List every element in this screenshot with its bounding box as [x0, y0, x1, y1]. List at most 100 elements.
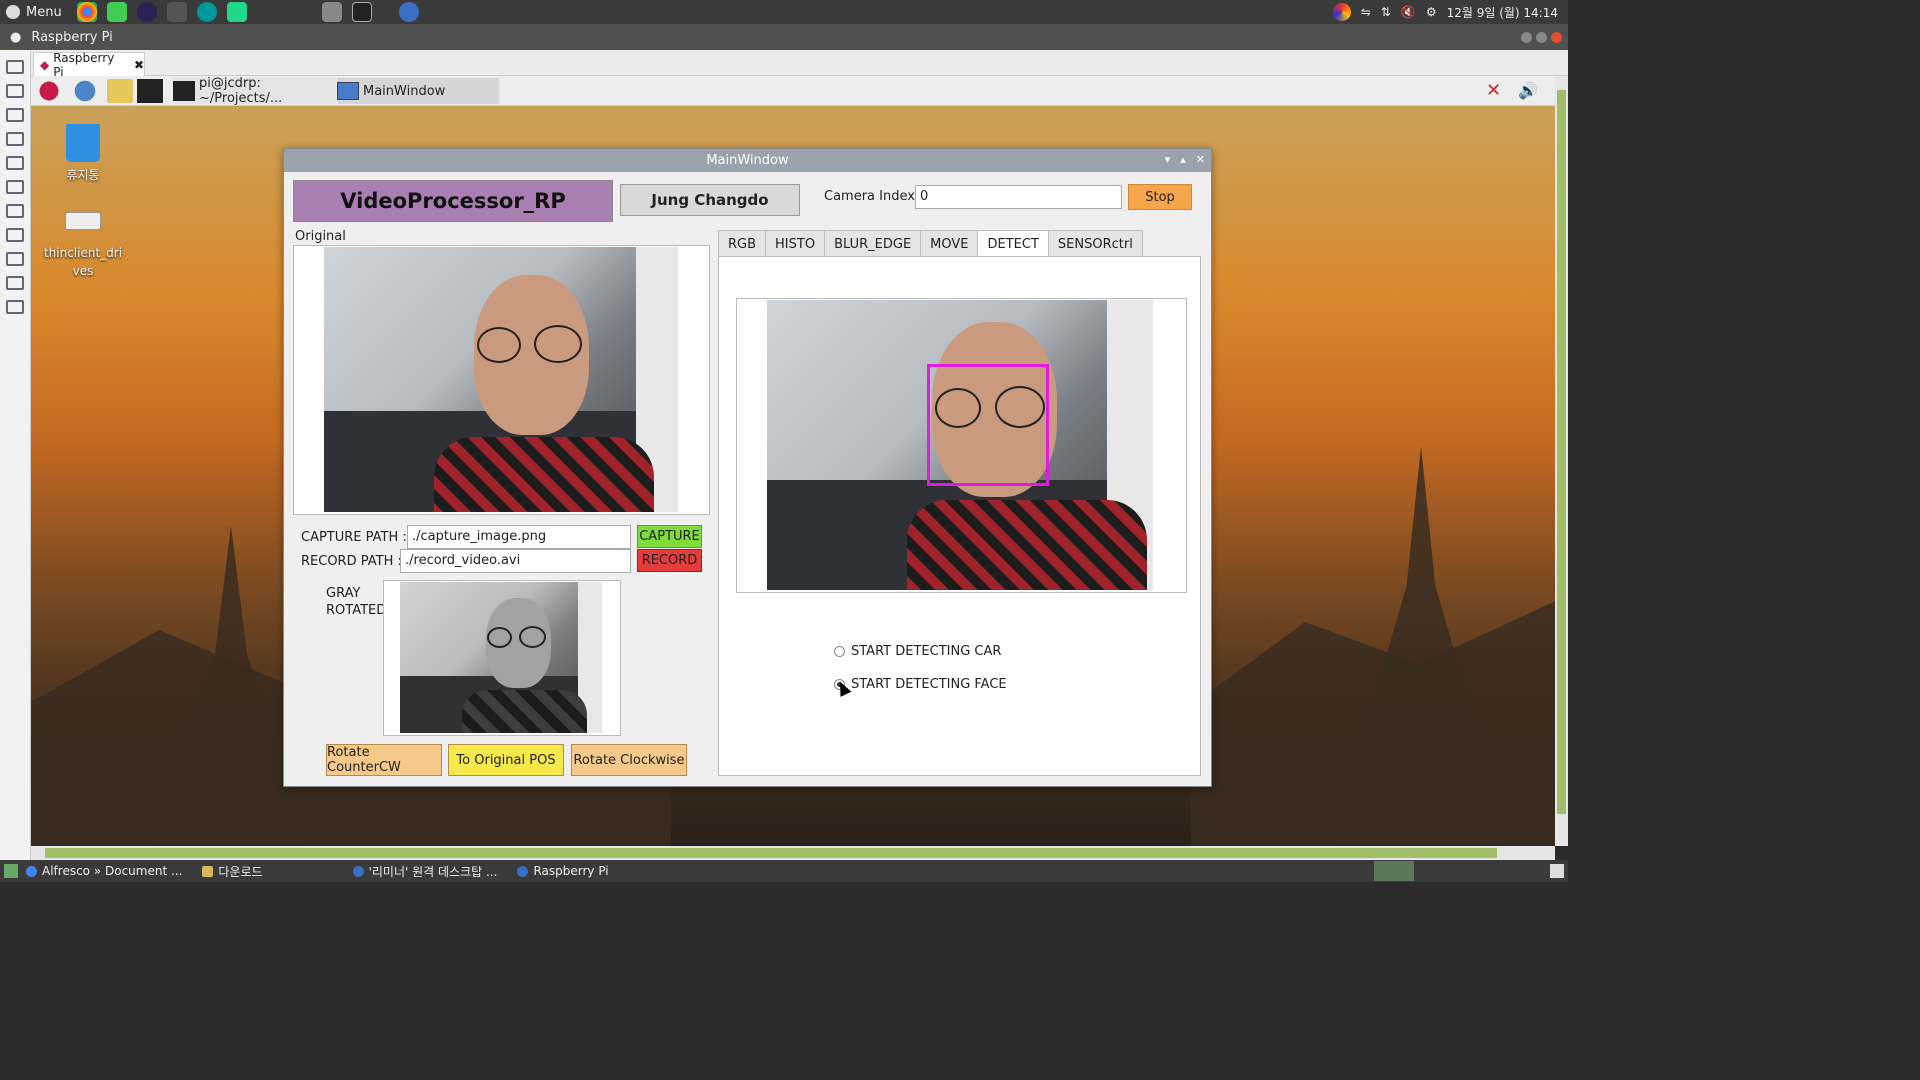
tab-rgb[interactable]: RGB: [718, 230, 767, 257]
mute-icon[interactable]: 🔇: [1401, 5, 1416, 19]
chevron-up-icon[interactable]: ▴: [1180, 153, 1186, 166]
gear-icon[interactable]: [6, 228, 24, 242]
capture-path-label: CAPTURE PATH :: [301, 530, 407, 545]
tools-icon[interactable]: [6, 204, 24, 218]
detect-car-label: START DETECTING CAR: [851, 644, 1002, 659]
tray-remote-icon[interactable]: [1374, 861, 1414, 881]
detect-face-option[interactable]: START DETECTING FACE: [834, 677, 1007, 692]
scroll-thumb[interactable]: [45, 848, 1497, 858]
feather-icon[interactable]: [166, 2, 187, 22]
capture-button[interactable]: CAPTURE: [637, 525, 702, 548]
chevron-down-icon[interactable]: ▾: [1165, 153, 1171, 166]
taskbar-item-label: 다운로드: [218, 864, 263, 879]
desktop-icon-trash[interactable]: 휴지통: [33, 124, 133, 183]
record-path-input[interactable]: ./record_video.avi: [400, 549, 631, 573]
start-menu[interactable]: Menu: [0, 5, 72, 20]
taskbar-item-raspberry-pi[interactable]: Raspberry Pi: [517, 864, 609, 878]
web-browser-icon[interactable]: [73, 79, 97, 103]
download-icon[interactable]: [6, 276, 24, 290]
remote-tool-column: [0, 50, 31, 862]
fullscreen-icon[interactable]: [6, 132, 24, 146]
camera-index-input[interactable]: 0: [915, 185, 1122, 209]
original-label: Original: [295, 229, 346, 244]
trash-icon: [66, 124, 100, 162]
files-icon[interactable]: [321, 2, 342, 22]
tray-notification-icon[interactable]: [1550, 864, 1564, 878]
pycharm-icon[interactable]: [226, 2, 247, 22]
close-tab-icon[interactable]: ✖: [134, 58, 144, 72]
network-icon[interactable]: ⇅: [1381, 5, 1391, 19]
show-desktop-icon[interactable]: [4, 864, 18, 878]
close-icon[interactable]: ✕: [1196, 153, 1205, 166]
taskbar-item-remote-desktop[interactable]: '리미너' 원격 데스크탑 ...: [352, 863, 497, 880]
remote-desktop-icon[interactable]: [398, 2, 419, 22]
arduino-icon[interactable]: [196, 2, 217, 22]
taskbar-mainwindow-label: MainWindow: [363, 83, 446, 99]
camera-index-label: Camera Index :: [824, 189, 924, 204]
terminal-launcher-icon[interactable]: [137, 79, 163, 103]
dropbox-icon[interactable]: ⇋: [1361, 5, 1371, 19]
taskbar-mainwindow[interactable]: MainWindow: [337, 78, 499, 104]
close-button[interactable]: [1551, 31, 1562, 43]
original-video-frame: [293, 245, 710, 515]
image-detail: [519, 626, 546, 648]
raspberry-menu-icon[interactable]: [37, 79, 61, 103]
color-picker-icon[interactable]: [1332, 3, 1351, 21]
terminal-icon[interactable]: [351, 2, 372, 22]
zoom-icon[interactable]: [6, 156, 24, 170]
stop-button[interactable]: Stop: [1128, 184, 1192, 210]
raspberry-icon: ◆: [40, 57, 50, 72]
taskbar-terminal[interactable]: pi@jcdrp: ~/Projects/...: [173, 76, 336, 106]
tab-raspberry-pi[interactable]: ◆ Raspberry Pi ✖: [33, 51, 145, 79]
taskbar-item-label: Raspberry Pi: [533, 864, 609, 878]
remote-desktop-icon: [352, 865, 364, 877]
drive-icon: [65, 212, 101, 230]
horizontal-scrollbar[interactable]: [31, 846, 1555, 860]
qt-creator-icon[interactable]: [106, 2, 127, 22]
taskbar-item-downloads[interactable]: 다운로드: [202, 863, 263, 880]
tab-sensorctrl[interactable]: SENSORctrl: [1047, 230, 1143, 257]
system-tray: ⇋ ⇅ 🔇 ⚙ 12월 9일 (월) 14:14: [1332, 3, 1568, 21]
chrome-icon[interactable]: [76, 2, 97, 22]
taskbar-item-alfresco[interactable]: Alfresco » Document ...: [26, 864, 182, 878]
tab-move[interactable]: MOVE: [920, 230, 979, 257]
capture-path-input[interactable]: ./capture_image.png: [407, 525, 631, 549]
rotate-counterclockwise-button[interactable]: Rotate CounterCW: [326, 744, 442, 776]
move-icon[interactable]: [6, 84, 24, 98]
pin-icon: ●: [10, 29, 22, 45]
gray-rotated-image: [400, 582, 602, 733]
background-hills: [1191, 594, 1555, 846]
detect-car-option[interactable]: START DETECTING CAR: [834, 644, 1001, 659]
radio-button[interactable]: [834, 646, 845, 657]
minimize-button[interactable]: [1521, 31, 1532, 43]
processing-tabs: RGB HISTO BLUR_EDGE MOVE DETECT SENSORct…: [718, 230, 1143, 257]
system-top-bar: Menu ⇋ ⇅ 🔇 ⚙ 12월 9일 (월) 14:14: [0, 0, 1568, 24]
remote-tab-strip: ◆ Raspberry Pi ✖: [31, 50, 1568, 79]
display-icon[interactable]: [6, 60, 24, 74]
volume-icon[interactable]: 🔊: [1518, 81, 1538, 100]
tab-blur-edge[interactable]: BLUR_EDGE: [824, 230, 922, 257]
remote-desktop-icon: [517, 865, 529, 877]
clock[interactable]: 12월 9일 (월) 14:14: [1447, 4, 1558, 21]
to-original-position-button[interactable]: To Original POS: [448, 744, 564, 776]
window-icon[interactable]: [6, 108, 24, 122]
scroll-thumb[interactable]: [1557, 90, 1566, 814]
settings-icon[interactable]: ⚙: [1426, 5, 1437, 19]
rotate-clockwise-button[interactable]: Rotate Clockwise: [571, 744, 687, 776]
tab-histo[interactable]: HISTO: [765, 230, 826, 257]
record-button[interactable]: RECORD: [637, 549, 702, 572]
image-detail: [487, 627, 512, 648]
screenshot-icon[interactable]: [6, 252, 24, 266]
eclipse-icon[interactable]: [136, 2, 157, 22]
gray-label: GRAY: [326, 586, 361, 601]
network-disconnected-icon[interactable]: ✕: [1486, 80, 1501, 101]
desktop-icon-label: 휴지통: [66, 168, 100, 182]
keyboard-icon[interactable]: [6, 180, 24, 194]
transfer-icon[interactable]: [6, 300, 24, 314]
desktop-icon-thinclient-drives[interactable]: thinclient_drives: [33, 212, 133, 280]
maximize-button[interactable]: [1536, 31, 1547, 43]
tab-detect[interactable]: DETECT: [977, 230, 1049, 257]
file-manager-icon[interactable]: [107, 79, 133, 103]
vertical-scrollbar[interactable]: [1555, 76, 1568, 846]
taskbar-item-label: Alfresco » Document ...: [42, 864, 183, 878]
